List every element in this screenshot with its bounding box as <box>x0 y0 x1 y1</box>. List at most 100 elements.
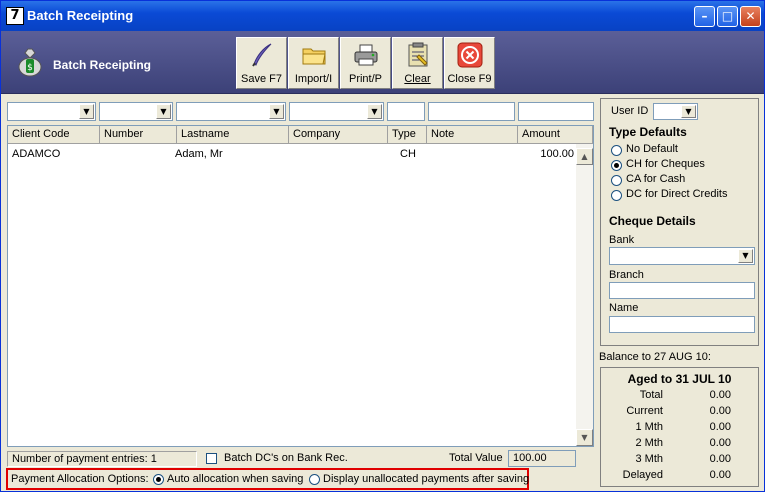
ca-cash-radio[interactable] <box>611 175 622 186</box>
branch-label: Branch <box>609 269 644 281</box>
chevron-down-icon[interactable]: ▼ <box>269 104 284 119</box>
filter-client-code[interactable]: ▼ <box>7 102 96 121</box>
print-button-label: Print/P <box>348 73 382 85</box>
cell-lastname: Adam, Mr <box>175 148 223 160</box>
chevron-down-icon[interactable]: ▼ <box>367 104 382 119</box>
maximize-button[interactable]: □ <box>717 6 738 27</box>
display-unallocated-label[interactable]: Display unallocated payments after savin… <box>323 473 529 485</box>
column-header-type[interactable]: Type <box>388 126 427 144</box>
type-defaults-heading: Type Defaults <box>609 125 687 139</box>
import-button-label: Import/I <box>294 73 333 85</box>
aged-value-3mth: 0.00 <box>709 453 731 465</box>
scroll-up-icon[interactable]: ▲ <box>576 148 593 165</box>
toolbar-heading: Batch Receipting <box>53 58 152 72</box>
aged-value-current: 0.00 <box>709 405 731 417</box>
dc-direct-credits-label[interactable]: DC for Direct Credits <box>626 188 727 200</box>
folder-icon <box>302 48 326 65</box>
close-button[interactable]: Close F9 <box>444 37 495 89</box>
dc-direct-credits-radio[interactable] <box>611 190 622 201</box>
payment-grid[interactable]: Client Code Number Lastname Company Type… <box>7 125 594 447</box>
total-value-label: Total Value <box>449 452 503 464</box>
batch-dc-checkbox[interactable] <box>206 453 217 464</box>
total-value: 100.00 <box>513 452 547 464</box>
column-header-company[interactable]: Company <box>289 126 388 144</box>
window-title: Batch Receipting <box>27 8 134 23</box>
scroll-down-icon[interactable]: ▼ <box>576 429 593 446</box>
cell-type: CH <box>400 148 416 160</box>
clipboard-icon <box>408 42 428 67</box>
no-default-label[interactable]: No Default <box>626 143 678 155</box>
clear-button[interactable]: Clear <box>392 37 443 89</box>
column-header-number[interactable]: Number <box>100 126 177 144</box>
aged-value-total: 0.00 <box>709 389 731 401</box>
grid-scrollbar[interactable]: ▲ ▼ <box>576 144 593 446</box>
total-value-field: 100.00 <box>508 450 576 467</box>
ca-cash-label[interactable]: CA for Cash <box>626 173 685 185</box>
ch-cheques-radio[interactable] <box>611 160 622 171</box>
batch-receipting-window: 7 Batch Receipting – □ ✕ $ Batch Receipt… <box>0 0 765 492</box>
auto-allocation-label[interactable]: Auto allocation when saving <box>167 473 303 485</box>
chevron-down-icon[interactable]: ▼ <box>156 104 171 119</box>
allocation-label: Payment Allocation Options: <box>11 473 149 485</box>
print-button[interactable]: Print/P <box>340 37 391 89</box>
no-default-radio[interactable] <box>611 145 622 156</box>
aged-heading: Aged to 31 JUL 10 <box>627 372 732 386</box>
aged-value-2mth: 0.00 <box>709 437 731 449</box>
column-header-lastname[interactable]: Lastname <box>177 126 289 144</box>
aged-label-current: Current <box>626 405 663 417</box>
aged-label-1mth: 1 Mth <box>635 421 663 433</box>
save-button-label: Save F7 <box>241 73 282 85</box>
aged-value-delayed: 0.00 <box>709 469 731 481</box>
close-button-label: Close F9 <box>447 73 492 85</box>
aged-label-delayed: Delayed <box>622 469 663 481</box>
clear-button-label: Clear <box>404 73 431 85</box>
filter-type[interactable] <box>387 102 425 121</box>
filter-amount[interactable] <box>518 102 594 121</box>
display-unallocated-radio[interactable] <box>309 474 320 485</box>
bank-label: Bank <box>609 234 635 246</box>
close-icon: ✕ <box>745 9 756 23</box>
name-label: Name <box>609 302 639 314</box>
column-header-note[interactable]: Note <box>427 126 518 144</box>
bank-select[interactable]: ▼ <box>609 247 755 265</box>
close-window-button[interactable]: ✕ <box>740 6 761 27</box>
payment-allocation-options: Payment Allocation Options: Auto allocat… <box>6 468 529 490</box>
payment-entries-count: Number of payment entries: 1 <box>7 451 197 467</box>
filter-note[interactable] <box>428 102 515 121</box>
close-circle-icon <box>457 42 483 68</box>
app-icon: 7 <box>6 7 24 25</box>
ch-cheques-label[interactable]: CH for Cheques <box>626 158 705 170</box>
title-bar[interactable]: 7 Batch Receipting – □ ✕ <box>1 1 764 31</box>
column-header-amount[interactable]: Amount <box>518 126 593 144</box>
user-id-label: User ID <box>611 105 649 117</box>
chevron-down-icon[interactable]: ▼ <box>738 249 753 263</box>
quill-icon <box>252 43 272 67</box>
name-input[interactable] <box>609 316 755 333</box>
aged-label-2mth: 2 Mth <box>635 437 663 449</box>
filter-number[interactable]: ▼ <box>99 102 173 121</box>
money-bag-icon: $ <box>18 48 42 77</box>
printer-icon <box>354 44 378 66</box>
filter-company[interactable]: ▼ <box>289 102 384 121</box>
minimize-button[interactable]: – <box>694 6 715 27</box>
cheque-details-heading: Cheque Details <box>609 214 696 228</box>
filter-lastname[interactable]: ▼ <box>176 102 286 121</box>
svg-text:$: $ <box>27 63 33 73</box>
save-button[interactable]: Save F7 <box>236 37 287 89</box>
user-id-select[interactable]: ▼ <box>653 103 698 120</box>
chevron-down-icon[interactable]: ▼ <box>79 104 94 119</box>
balance-label: Balance to 27 AUG 10: <box>599 351 711 363</box>
aged-balances-panel: Aged to 31 JUL 10 Total 0.00 Current 0.0… <box>600 367 759 487</box>
branch-input[interactable] <box>609 282 755 299</box>
aged-label-total: Total <box>639 389 663 401</box>
aged-label-3mth: 3 Mth <box>635 453 663 465</box>
toolbar: $ Batch Receipting Save F7 Import/I Prin… <box>1 31 764 94</box>
maximize-icon: □ <box>721 9 734 23</box>
import-button[interactable]: Import/I <box>288 37 339 89</box>
batch-dc-label: Batch DC's on Bank Rec. <box>224 452 348 464</box>
aged-value-1mth: 0.00 <box>709 421 731 433</box>
chevron-down-icon[interactable]: ▼ <box>681 105 696 118</box>
auto-allocation-radio[interactable] <box>153 474 164 485</box>
column-header-client-code[interactable]: Client Code <box>8 126 100 144</box>
cell-client-code: ADAMCO <box>12 148 61 160</box>
